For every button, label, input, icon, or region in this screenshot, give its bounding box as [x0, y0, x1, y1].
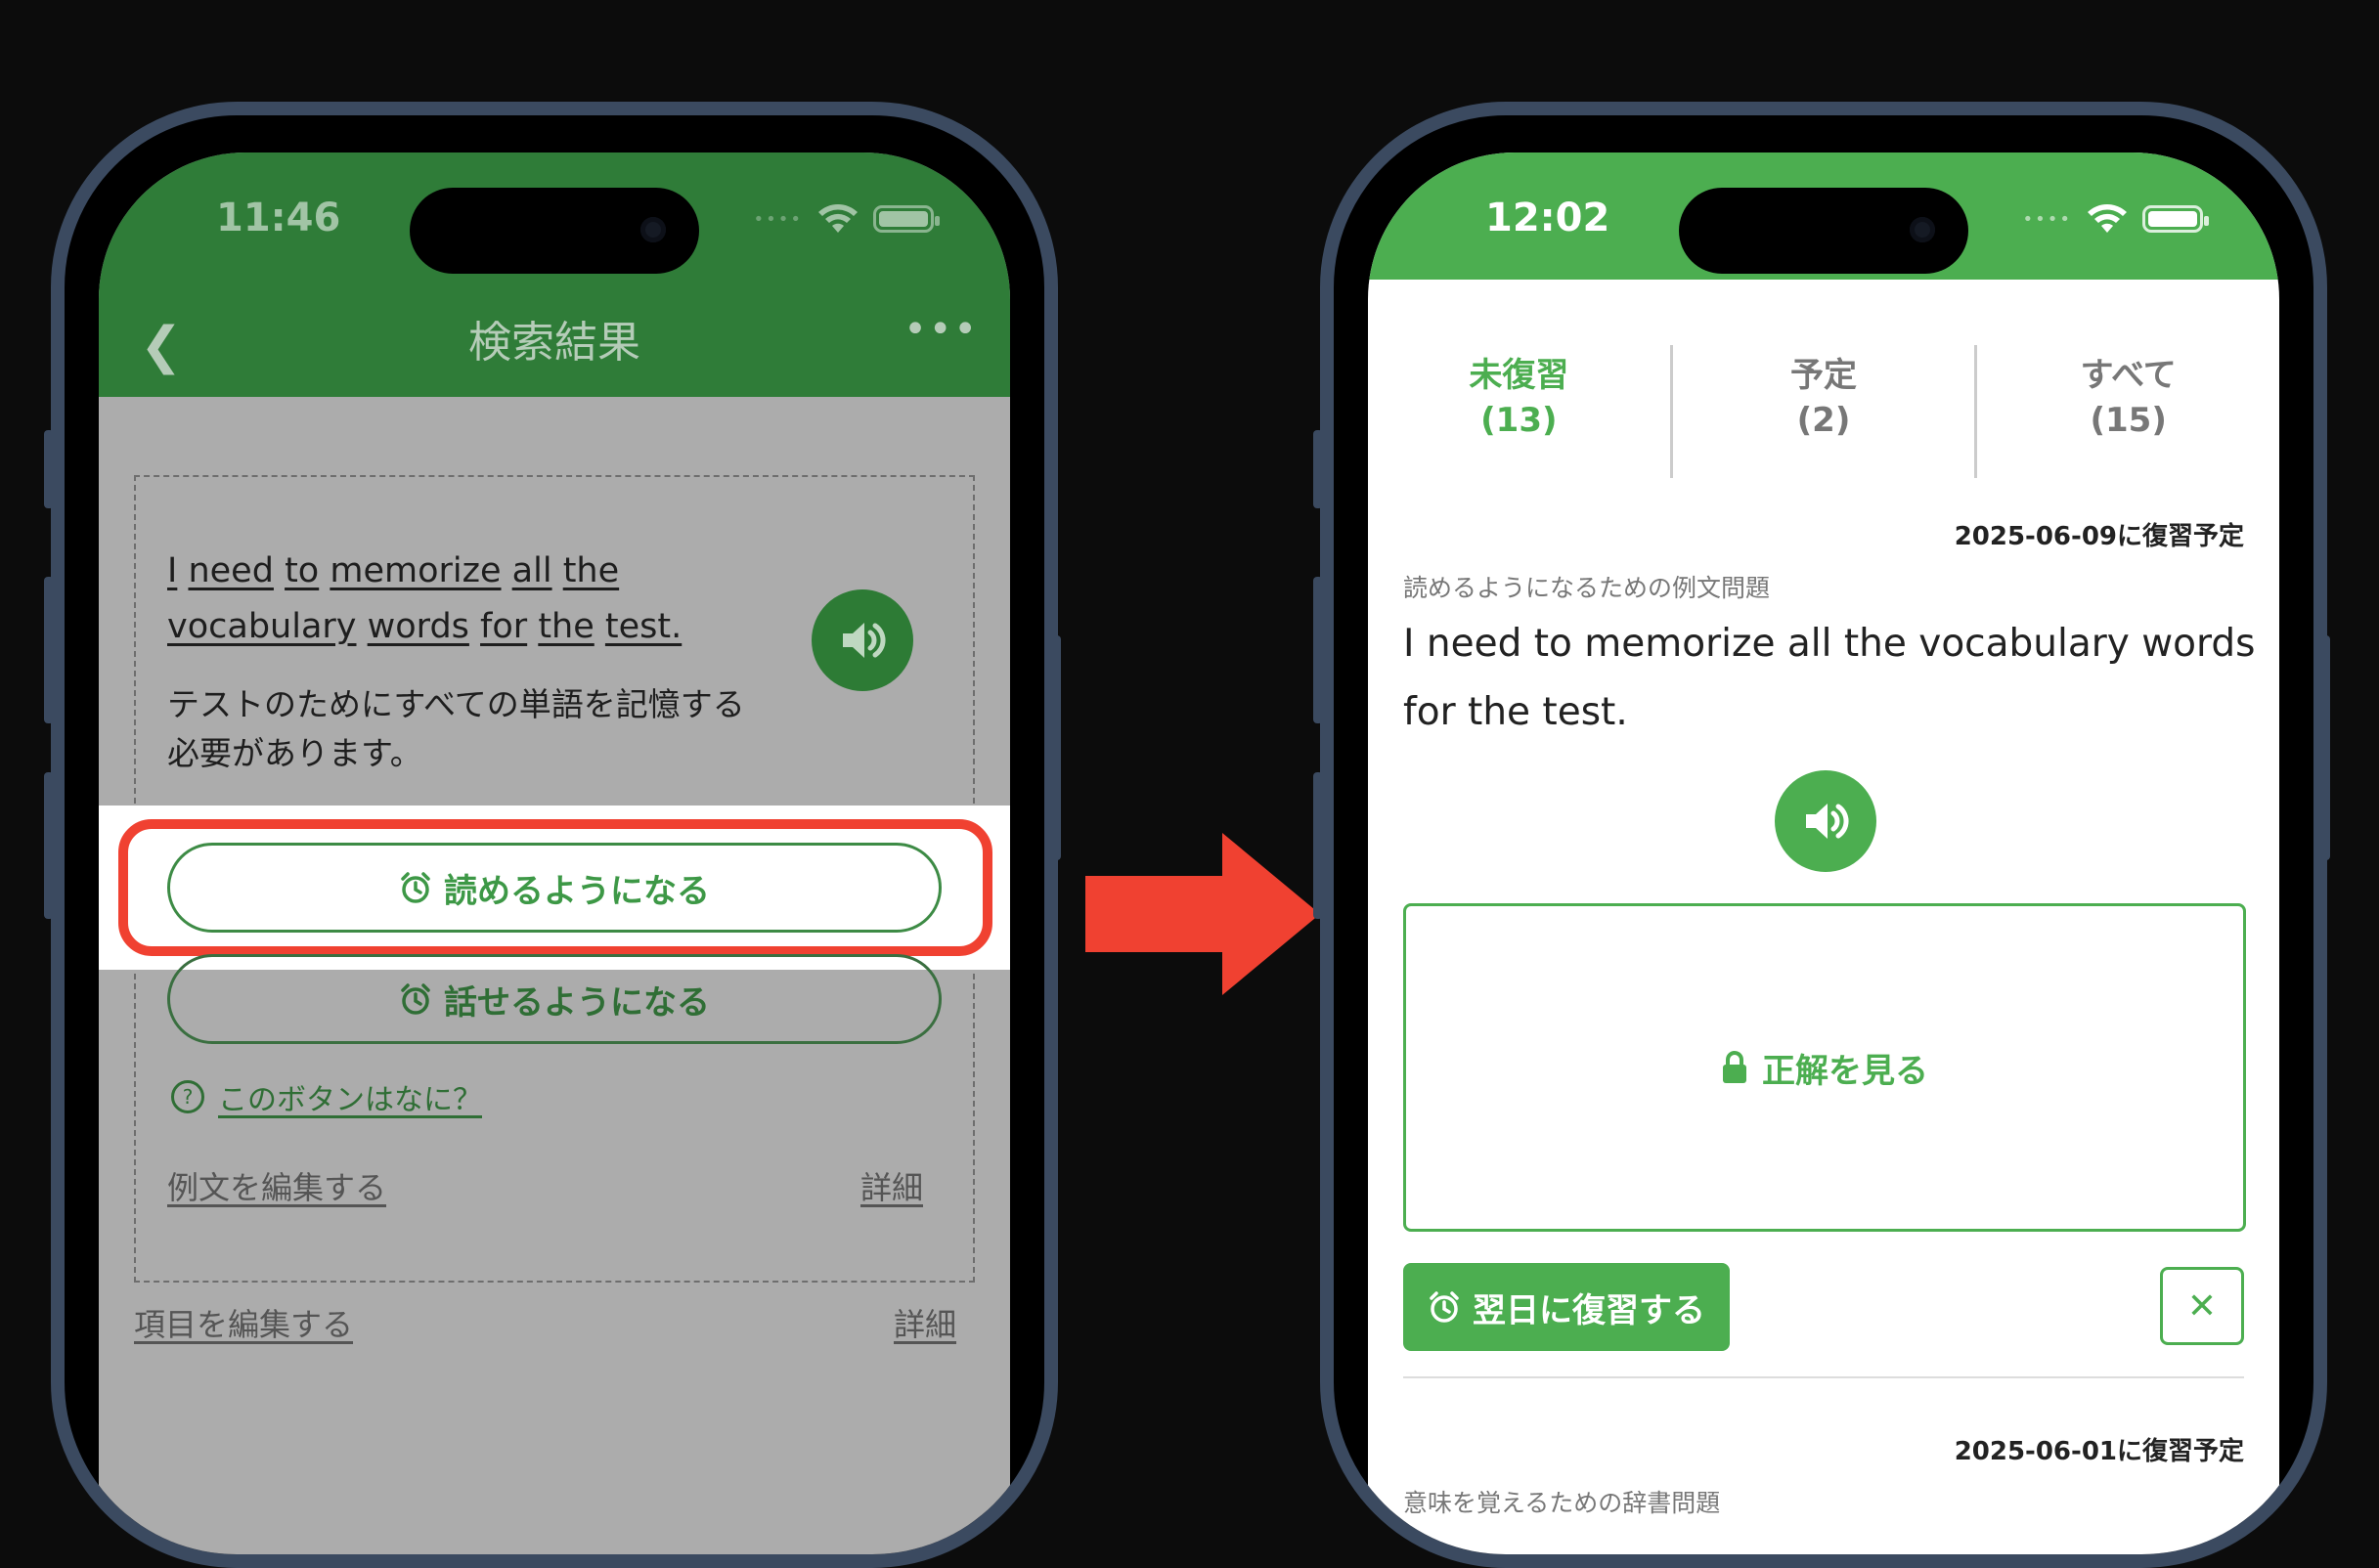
speaker-button[interactable]	[812, 589, 913, 691]
example-sentence: I need to memorize all the vocabulary wo…	[1403, 622, 2256, 734]
review-tabs: 未復習 (13) 予定 (2) すべて (15)	[1368, 345, 2279, 478]
speaker-icon	[1806, 804, 1849, 839]
transition-arrow-icon	[1085, 833, 1320, 995]
due-date: 2025-06-09に復習予定	[1954, 522, 2244, 551]
item-details-link[interactable]: 詳細	[894, 1300, 956, 1345]
speak-button[interactable]: 話せるようになる	[167, 954, 942, 1044]
tab-count: (13)	[1480, 401, 1558, 440]
word-link[interactable]: the	[563, 551, 619, 590]
question-type: 読めるようになるための例文問題	[1403, 574, 1771, 602]
tab-count: (15)	[2090, 401, 2167, 440]
left-screen: 11:46 •••• ❮ 検索結果 ••• I need to memorize…	[99, 152, 1010, 1554]
right-screen: 12:02 •••• 未復習 (13) 予定 (2) すべて (15) 2025…	[1368, 152, 2279, 1554]
word-link[interactable]: I	[167, 551, 177, 590]
wifi-icon	[818, 204, 858, 233]
word-link[interactable]: the	[538, 607, 594, 646]
dynamic-island	[1679, 188, 1968, 274]
signal-dots-icon: ••••	[753, 208, 803, 230]
edit-sentence-link[interactable]: 例文を編集する	[167, 1163, 386, 1208]
right-phone: 12:02 •••• 未復習 (13) 予定 (2) すべて (15) 2025…	[1320, 102, 2327, 1568]
japanese-translation: テストのためにすべての単語を記憶する必要があります。	[167, 685, 745, 772]
lock-icon	[1723, 1051, 1746, 1083]
more-ellipsis-icon[interactable]: •••	[903, 307, 979, 352]
word-link[interactable]: vocabulary	[167, 607, 357, 646]
alarm-clock-icon	[1430, 1291, 1459, 1323]
back-chevron-icon[interactable]: ❮	[140, 317, 183, 375]
battery-icon	[873, 205, 940, 233]
english-sentence: I need to memorize all the vocabulary wo…	[167, 544, 715, 655]
due-date: 2025-06-01に復習予定	[1954, 1437, 2244, 1466]
edit-item-link[interactable]: 項目を編集する	[134, 1300, 353, 1345]
highlight-frame	[118, 819, 992, 956]
page-title: 検索結果	[468, 318, 640, 368]
left-phone: 11:46 •••• ❮ 検索結果 ••• I need to memorize…	[51, 102, 1058, 1568]
status-time: 12:02	[1485, 196, 1610, 240]
question-type: 意味を覚えるための辞書問題	[1403, 1489, 1721, 1517]
help-link-label: このボタンはなに？	[218, 1083, 482, 1117]
word-link[interactable]: memorize	[330, 551, 501, 590]
alarm-clock-icon	[401, 983, 430, 1015]
status-icons: ••••	[2022, 203, 2209, 235]
review-tomorrow-button[interactable]: 翌日に復習する	[1403, 1263, 1730, 1351]
card-divider	[1403, 1376, 2244, 1378]
status-time: 11:46	[216, 196, 341, 240]
speaker-button[interactable]	[1775, 770, 1876, 872]
speaker-icon	[843, 623, 886, 658]
details-link[interactable]: 詳細	[860, 1163, 923, 1208]
help-link[interactable]: ? このボタンはなに？	[171, 1075, 482, 1118]
signal-dots-icon: ••••	[2022, 208, 2072, 230]
word-link[interactable]: need	[188, 551, 273, 590]
word-link[interactable]: all	[512, 551, 552, 590]
tab-label: すべて	[2080, 356, 2177, 395]
close-icon: ✕	[2186, 1285, 2218, 1327]
dismiss-button[interactable]: ✕	[2160, 1267, 2244, 1345]
dynamic-island	[410, 188, 699, 274]
question-circle-icon: ?	[171, 1080, 204, 1113]
tab-all[interactable]: すべて (15)	[1977, 353, 2279, 478]
tab-scheduled[interactable]: 予定 (2)	[1673, 353, 1975, 478]
camera-icon	[640, 217, 666, 242]
tab-unreviewed[interactable]: 未復習 (13)	[1368, 353, 1670, 478]
camera-icon	[1910, 217, 1935, 242]
status-icons: ••••	[753, 203, 940, 235]
review-tomorrow-label: 翌日に復習する	[1473, 1290, 1705, 1330]
tab-count: (2)	[1796, 401, 1851, 440]
wifi-icon	[2088, 204, 2127, 233]
show-answer-button[interactable]: 正解を見る	[1403, 903, 2246, 1232]
word-link[interactable]: test.	[605, 607, 682, 646]
word-link[interactable]: words	[368, 607, 469, 646]
word-link[interactable]: for	[480, 607, 527, 646]
tab-label: 予定	[1790, 356, 1857, 395]
battery-icon	[2142, 205, 2209, 233]
speak-button-label: 話せるようになる	[444, 982, 710, 1023]
nav-bar: ❮ 検索結果 •••	[99, 299, 1010, 377]
show-answer-label: 正解を見る	[1762, 1051, 1928, 1091]
word-link[interactable]: to	[285, 551, 319, 590]
tab-label: 未復習	[1469, 356, 1569, 395]
